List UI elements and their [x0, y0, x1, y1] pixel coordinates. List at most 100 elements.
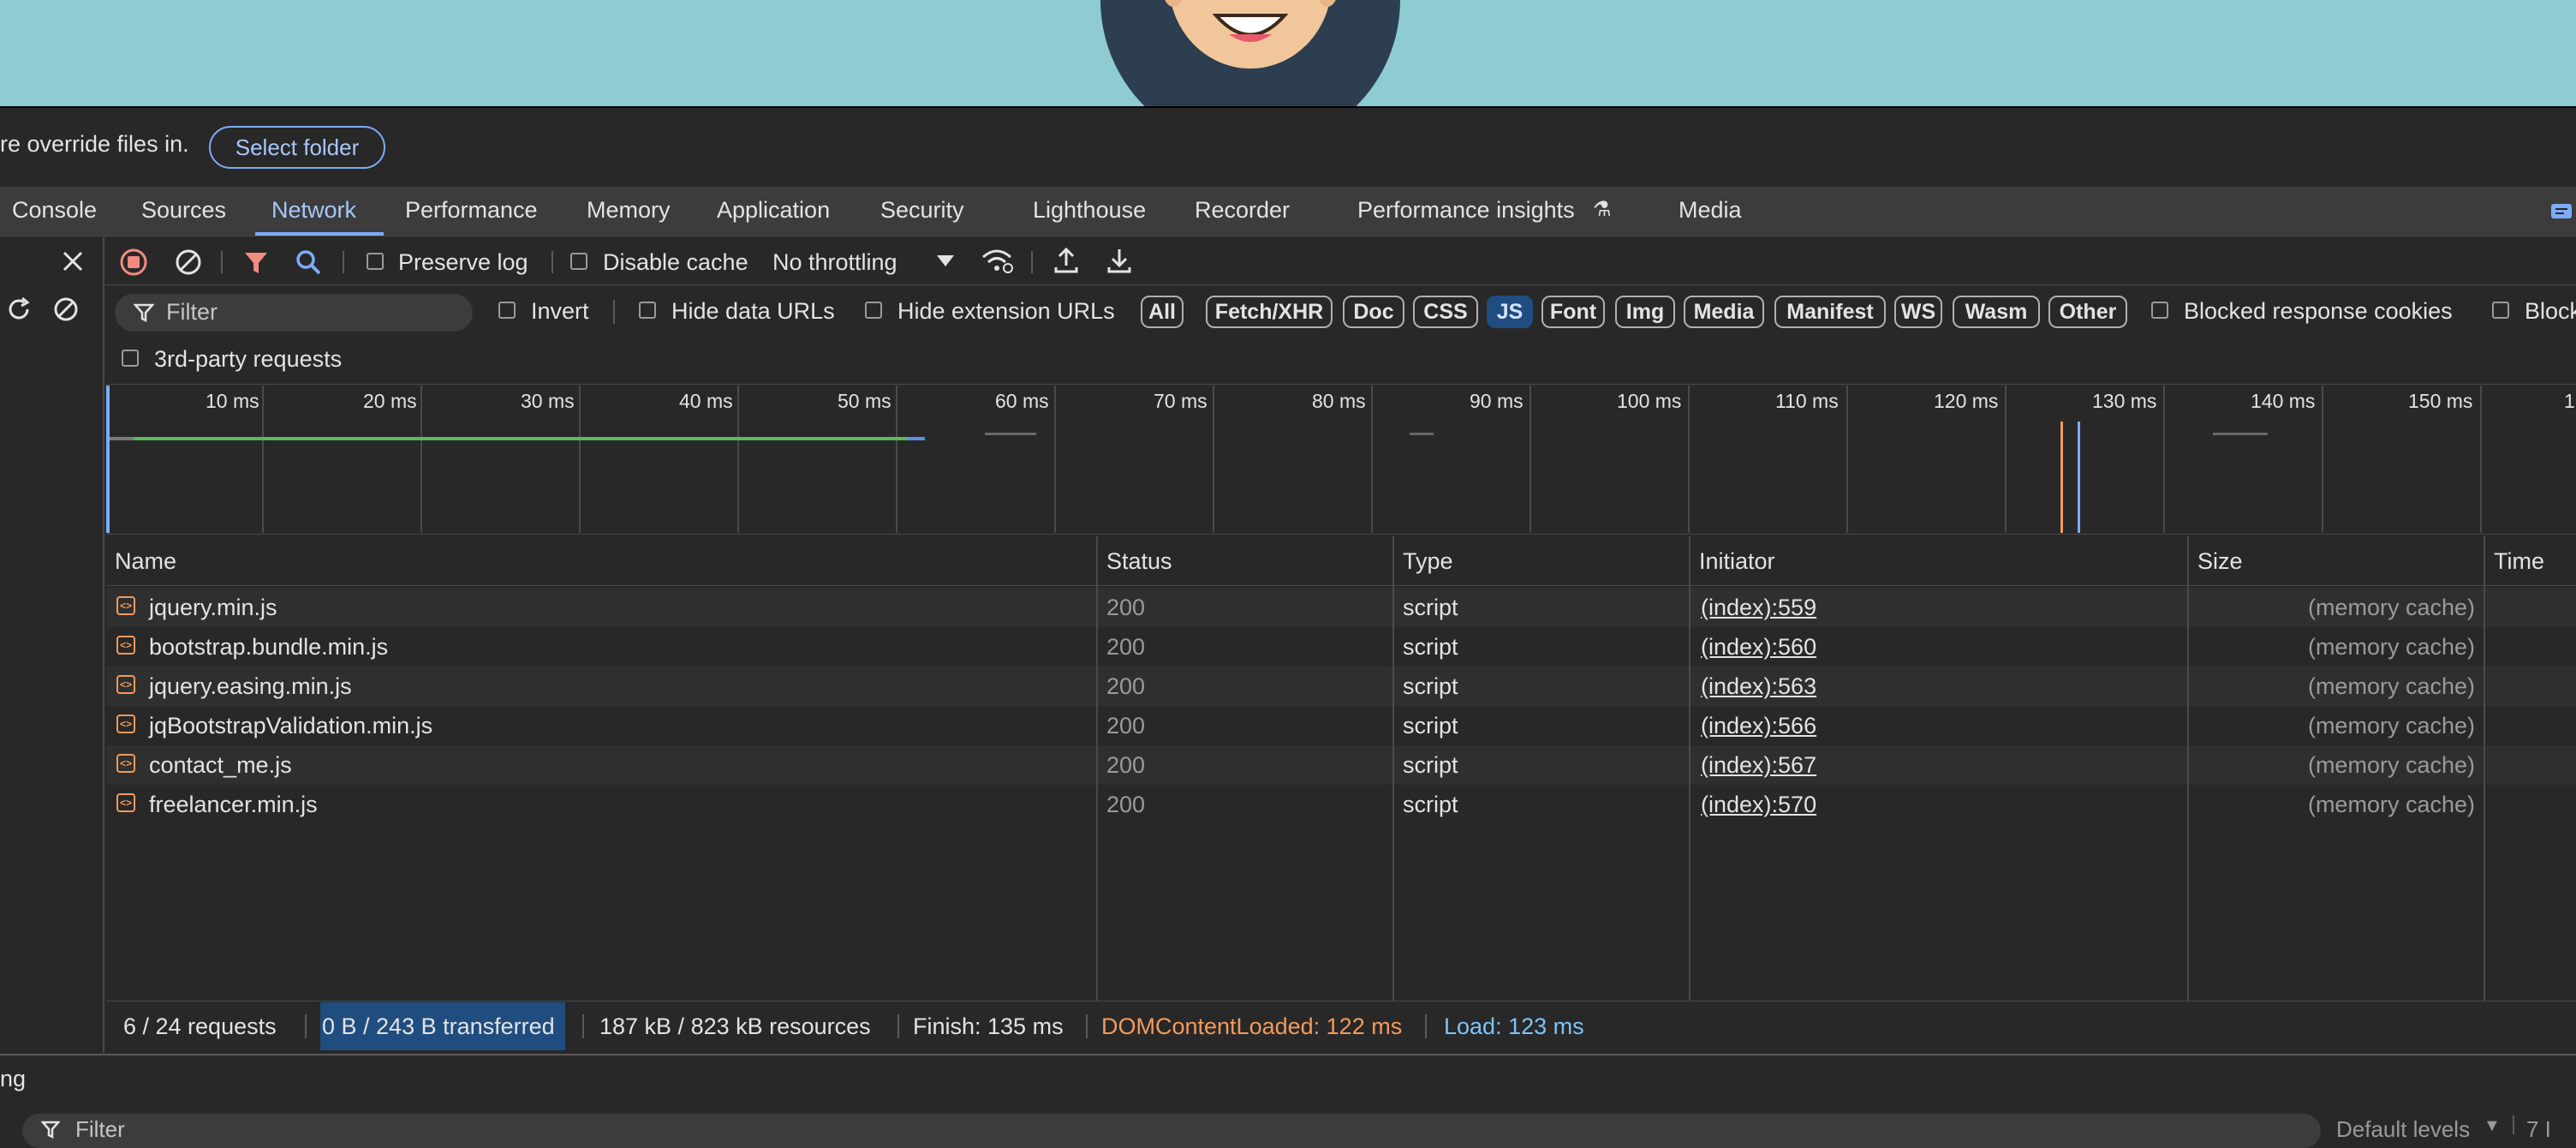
type-filter-wasm[interactable]: Wasm [1953, 296, 2040, 328]
disable-cache-checkbox[interactable] [570, 253, 587, 270]
tab-memory[interactable]: Memory [587, 197, 671, 224]
tab-lighthouse[interactable]: Lighthouse [1033, 197, 1146, 224]
column-divider[interactable] [2484, 536, 2485, 1001]
column-header-size[interactable]: Size [2197, 548, 2243, 575]
default-levels-select[interactable]: Default levels [2336, 1116, 2470, 1143]
initiator-link[interactable]: (index):559 [1701, 595, 1816, 621]
initiator-link[interactable]: (index):567 [1701, 752, 1816, 779]
type-filter-css[interactable]: CSS [1413, 296, 1478, 328]
status-divider [897, 1014, 899, 1038]
chevron-down-icon[interactable] [937, 255, 954, 267]
tab-security[interactable]: Security [880, 197, 964, 224]
timeline-label: 10 ms [206, 390, 259, 412]
table-row[interactable] [106, 785, 2576, 824]
timeline-label: 100 ms [1617, 390, 1682, 412]
timeline-label: 20 ms [363, 390, 417, 412]
hide-data-urls-checkbox[interactable] [639, 302, 656, 319]
tab-network[interactable]: Network [271, 197, 356, 224]
override-info-bar [0, 108, 2576, 187]
table-row[interactable] [106, 667, 2576, 706]
drawer-tab-label[interactable]: ng [0, 1066, 26, 1092]
column-divider[interactable] [2187, 536, 2189, 1001]
upload-icon[interactable] [1053, 247, 1079, 274]
table-row[interactable] [106, 745, 2576, 785]
blocked-response-cookies-checkbox[interactable] [2151, 302, 2168, 319]
request-type: script [1403, 634, 1458, 660]
initiator-link[interactable]: (index):566 [1701, 713, 1816, 739]
preserve-log-checkbox[interactable] [367, 253, 384, 270]
column-header-time[interactable]: Time [2494, 548, 2544, 575]
column-divider[interactable] [1689, 536, 1690, 1001]
timeline-gridline [737, 386, 739, 533]
filter-funnel-icon [41, 1121, 60, 1139]
column-divider[interactable] [1096, 536, 1098, 1001]
request-name[interactable]: jquery.min.js [149, 595, 277, 621]
type-filter-media[interactable]: Media [1684, 296, 1764, 328]
tab-performance-insights[interactable]: Performance insights [1357, 197, 1575, 224]
issues-count[interactable]: 7 I [2526, 1116, 2551, 1143]
tab-performance[interactable]: Performance [405, 197, 538, 224]
request-name[interactable]: contact_me.js [149, 752, 292, 779]
hide-extension-urls-checkbox[interactable] [865, 302, 882, 319]
request-name[interactable]: jquery.easing.min.js [149, 673, 352, 700]
type-filter-other[interactable]: Other [2048, 296, 2127, 328]
domcontentloaded-time: DOMContentLoaded: 122 ms [1101, 1013, 1403, 1039]
column-header-status[interactable]: Status [1106, 548, 1172, 575]
feedback-icon[interactable] [2550, 203, 2573, 222]
timeline-gridline [2005, 386, 2007, 533]
close-icon[interactable] [62, 250, 84, 272]
type-filter-js[interactable]: JS [1487, 296, 1533, 328]
third-party-checkbox[interactable] [122, 350, 139, 367]
tab-media[interactable]: Media [1679, 197, 1742, 224]
resources-size: 187 kB / 823 kB resources [599, 1013, 871, 1039]
column-divider[interactable] [1392, 536, 1394, 1001]
clear-log-icon[interactable] [175, 248, 202, 276]
search-icon[interactable] [295, 248, 322, 276]
tab-recorder[interactable]: Recorder [1195, 197, 1290, 224]
type-filter-ws[interactable]: WS [1894, 296, 1942, 328]
type-filter-fetch-xhr[interactable]: Fetch/XHR [1206, 296, 1333, 328]
disable-cache-label: Disable cache [603, 249, 748, 275]
hide-data-urls-label: Hide data URLs [671, 298, 835, 324]
initiator-link[interactable]: (index):563 [1701, 673, 1816, 700]
download-icon[interactable] [1106, 247, 1132, 274]
invert-checkbox[interactable] [498, 302, 516, 319]
column-header-type[interactable]: Type [1403, 548, 1453, 575]
request-name[interactable]: freelancer.min.js [149, 792, 318, 818]
blocked-requests-checkbox[interactable] [2492, 302, 2509, 319]
column-header-initiator[interactable]: Initiator [1699, 548, 1775, 575]
tab-console[interactable]: Console [12, 197, 97, 224]
type-filter-all[interactable]: All [1141, 296, 1184, 328]
type-filter-doc[interactable]: Doc [1343, 296, 1404, 328]
console-filter-input[interactable] [22, 1114, 2321, 1148]
request-status: 200 [1106, 673, 1146, 699]
filter-funnel-icon[interactable] [243, 250, 269, 276]
refresh-icon[interactable] [7, 296, 33, 322]
timeline-label: 40 ms [679, 390, 733, 412]
network-conditions-icon[interactable] [980, 247, 1014, 276]
clear-icon[interactable] [53, 296, 79, 322]
column-header-name[interactable]: Name [115, 548, 176, 575]
request-name[interactable]: bootstrap.bundle.min.js [149, 634, 388, 661]
throttling-select[interactable]: No throttling [772, 249, 897, 276]
type-filter-font[interactable]: Font [1541, 296, 1605, 328]
table-row[interactable] [106, 588, 2576, 627]
initiator-link[interactable]: (index):570 [1701, 792, 1816, 818]
toolbar-divider [552, 251, 553, 273]
select-folder-button[interactable]: Select folder [209, 126, 385, 169]
timeline-label: 70 ms [1154, 390, 1208, 412]
record-stop-icon[interactable] [120, 248, 147, 276]
timeline-label: 90 ms [1470, 390, 1524, 412]
table-row[interactable] [106, 627, 2576, 667]
type-filter-img[interactable]: Img [1615, 296, 1675, 328]
initiator-link[interactable]: (index):560 [1701, 634, 1816, 661]
request-name[interactable]: jqBootstrapValidation.min.js [149, 713, 432, 739]
script-file-icon: <> [116, 715, 135, 733]
tab-application[interactable]: Application [717, 197, 830, 224]
tab-sources[interactable]: Sources [141, 197, 226, 224]
type-filter-manifest[interactable]: Manifest [1774, 296, 1886, 328]
table-row[interactable] [106, 706, 2576, 745]
timeline-label: 50 ms [838, 390, 891, 412]
timeline-selection-handle[interactable] [106, 386, 110, 533]
request-size: (memory cache) [2307, 595, 2475, 620]
